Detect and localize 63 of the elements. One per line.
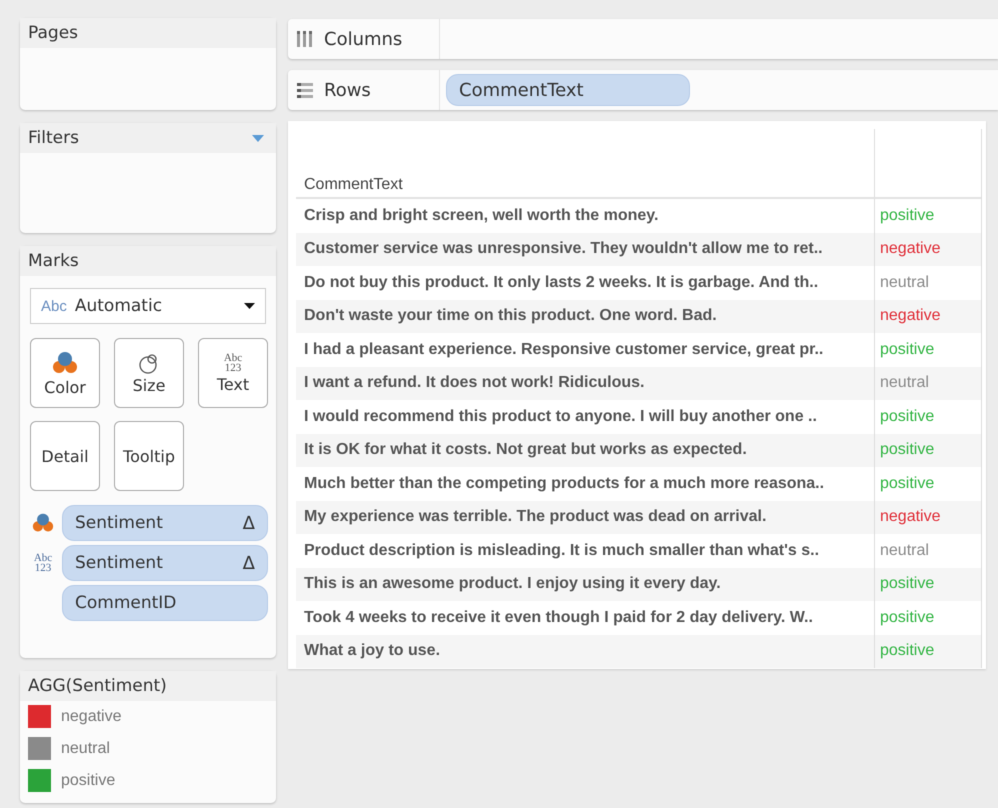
field-pill[interactable]: CommentID: [62, 585, 268, 621]
sentiment-label: neutral: [880, 542, 929, 560]
pill-label: CommentID: [75, 593, 176, 613]
sentiment-label: positive: [880, 408, 934, 426]
pill-label: Sentiment: [75, 513, 163, 533]
comment-cell-text: My experience was terrible. The product was dead on arrival.: [303, 507, 768, 528]
shelf-label: Rows: [324, 80, 371, 100]
sentiment-label: negative: [880, 240, 940, 258]
delta-icon: Δ: [242, 552, 255, 574]
mark-property-button[interactable]: Abc 123 Text: [198, 338, 268, 408]
sentiment-label: negative: [880, 307, 940, 326]
legend-label: neutral: [61, 740, 110, 758]
legend-label: negative: [61, 708, 122, 726]
color-icon: [32, 512, 54, 534]
sentiment-label: neutral: [880, 374, 929, 392]
sentiment-label: positive: [880, 206, 934, 225]
card-title: Filters: [28, 128, 79, 148]
comment-cell-text: I want a refund. It does not work! Ridiculous.: [303, 373, 646, 394]
mark-type-value: Automatic: [74, 296, 164, 316]
sentiment-label: positive: [880, 474, 934, 493]
sentiment-label: neutral: [880, 274, 929, 292]
shelf-label: Columns: [324, 28, 402, 50]
card-title: Marks: [20, 246, 276, 276]
mark-property-button[interactable]: Detail: [30, 421, 100, 491]
sentiment-label: positive: [880, 608, 934, 627]
color-icon: [52, 350, 78, 376]
field-pill[interactable]: Sentiment Δ: [62, 505, 268, 541]
sentiment-label: positive: [880, 642, 934, 660]
mark-type-dropdown[interactable]: Abc Automatic: [30, 288, 266, 324]
comment-cell-text: This is an awesome product. I enjoy using it every day.: [303, 574, 722, 594]
abc-123-icon: Abc 123: [34, 553, 52, 573]
legend-label: positive: [61, 772, 116, 790]
abc-icon: Abc: [41, 298, 67, 314]
delta-icon: Δ: [242, 512, 255, 534]
card-title: Pages: [20, 18, 276, 48]
comment-cell-text: Do not buy this product. It only lasts 2 weeks. It is garbage. And th..: [303, 272, 820, 293]
abc-123-icon: Abc 123: [224, 352, 242, 372]
mark-property-button[interactable]: Size: [114, 338, 184, 408]
comment-cell-text: I had a pleasant experience. Responsive customer service, great pr..: [303, 340, 824, 360]
sentiment-label: positive: [880, 441, 934, 460]
sentiment-label: positive: [880, 575, 934, 594]
comment-cell-text: I would recommend this product to anyone. I will buy another one ..: [303, 406, 818, 427]
comment-cell-text: Product description is misleading. It is much smaller than what's s..: [303, 540, 820, 561]
comment-cell-text: It is OK for what it costs. Not great but works as expected.: [303, 440, 748, 460]
pill-label: Sentiment: [75, 553, 163, 573]
rows-icon: [296, 81, 314, 99]
mark-property-button[interactable]: Color: [30, 338, 100, 408]
sentiment-label: positive: [880, 340, 934, 359]
comment-cell-text: Took 4 weeks to receive it even though I paid for 2 day delivery. W..: [303, 608, 814, 628]
comment-cell-text: Crisp and bright screen, well worth the money.: [303, 206, 660, 226]
field-pill[interactable]: Sentiment Δ: [62, 545, 268, 581]
columns-icon: [296, 30, 314, 48]
comment-cell-text: Much better than the competing products for a much more reasona..: [303, 474, 826, 494]
mark-property-button[interactable]: Tooltip: [114, 421, 184, 491]
comment-cell-text: Don't waste your time on this product. One word. Bad.: [303, 306, 718, 326]
comment-cell-text: Customer service was unresponsive. They wouldn't allow me to ret..: [303, 239, 824, 260]
dropdown-icon[interactable]: [252, 134, 264, 142]
column-header: CommentText: [303, 175, 404, 195]
field-pill[interactable]: CommentText: [446, 74, 690, 106]
sentiment-label: negative: [880, 508, 940, 526]
caret-icon: [244, 303, 255, 309]
card-title: AGG(Sentiment): [20, 671, 276, 701]
comment-cell-text: What a joy to use.: [303, 641, 442, 662]
